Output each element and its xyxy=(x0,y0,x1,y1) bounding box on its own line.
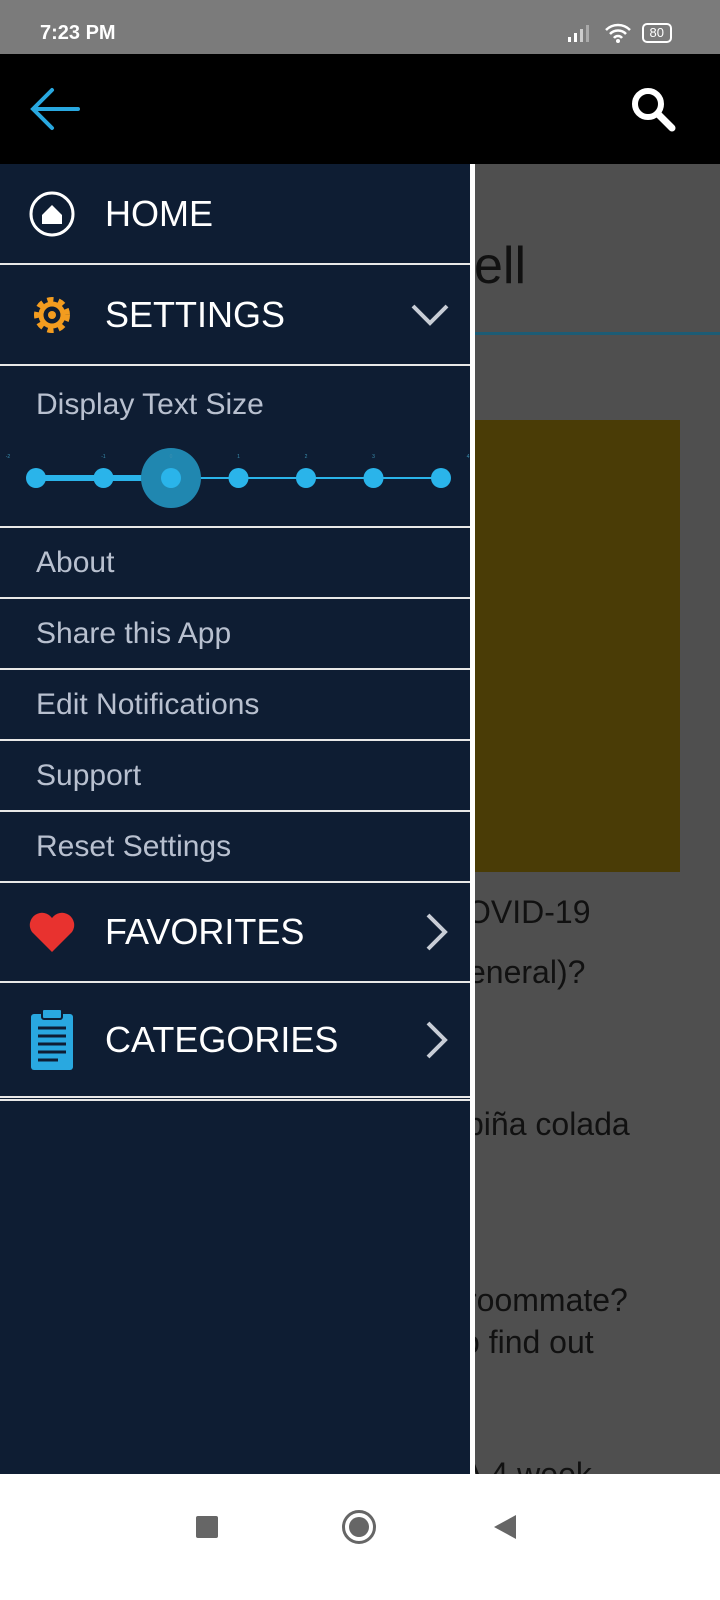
divider xyxy=(474,332,720,335)
status-time: 7:23 PM xyxy=(40,22,116,44)
settings-item-reset-settings[interactable]: Reset Settings xyxy=(0,812,470,883)
bg-text: piña colada xyxy=(474,1106,630,1142)
bg-text: o find out xyxy=(474,1324,594,1360)
drawer-item-label: SETTINGS xyxy=(105,293,286,335)
slider-stop xyxy=(26,468,46,488)
slider-stop xyxy=(431,468,451,488)
slider-stop xyxy=(228,468,249,488)
status-bar: 7:23 PM 80 xyxy=(0,0,720,54)
home-button[interactable] xyxy=(342,1510,376,1544)
drawer-item-categories[interactable]: CATEGORIES xyxy=(0,983,470,1101)
arrow-left-icon[interactable] xyxy=(28,84,82,134)
system-nav-bar xyxy=(0,1474,720,1600)
drawer-edge xyxy=(470,164,475,1474)
settings-item-label: Support xyxy=(36,758,142,792)
slider-stop xyxy=(363,468,384,488)
home-icon xyxy=(29,191,75,236)
search-icon[interactable] xyxy=(630,86,676,132)
chevron-right-icon[interactable] xyxy=(424,912,450,952)
settings-item-about[interactable]: About xyxy=(0,528,470,599)
bg-text: A 4 week xyxy=(474,1456,592,1474)
drawer-item-label: CATEGORIES xyxy=(105,1018,339,1060)
slider-tick-label: 2 xyxy=(305,454,308,460)
gear-icon xyxy=(34,296,70,333)
settings-item-edit-notifications[interactable]: Edit Notifications xyxy=(0,670,470,741)
slider-tick-label: -1 xyxy=(101,454,106,460)
bg-text: ell xyxy=(474,237,527,295)
article-image xyxy=(474,420,680,872)
slider-tick-label: 0 xyxy=(170,454,173,460)
back-button[interactable] xyxy=(492,1513,518,1541)
text-size-setting: Display Text Size -2 -1 0 1 2 3 4 xyxy=(0,366,470,528)
drawer-item-settings[interactable]: SETTINGS xyxy=(0,265,470,366)
slider-tick-label: 4 xyxy=(467,454,470,460)
wifi-icon xyxy=(604,23,631,43)
drawer-item-home[interactable]: HOME xyxy=(0,164,470,265)
bg-text: eneral)? xyxy=(474,954,586,990)
heart-icon xyxy=(29,912,75,952)
settings-item-label: Share this App xyxy=(36,616,232,650)
slider-tick-label: 1 xyxy=(237,454,240,460)
settings-item-label: Edit Notifications xyxy=(36,687,260,721)
drawer-item-label: FAVORITES xyxy=(105,910,305,952)
bg-text: roommate? xyxy=(474,1282,628,1318)
settings-item-share-this-app[interactable]: Share this App xyxy=(0,599,470,670)
settings-item-label: Reset Settings xyxy=(36,829,232,863)
chevron-down-icon[interactable] xyxy=(410,302,450,328)
recents-button[interactable] xyxy=(196,1516,218,1538)
bg-text: OVID-19 xyxy=(474,894,591,930)
slider-tick-label: -2 xyxy=(6,454,11,460)
clipboard-icon xyxy=(31,1007,73,1070)
settings-item-label: About xyxy=(36,545,115,579)
slider-stop xyxy=(93,468,114,488)
slider-tick-label: 3 xyxy=(372,454,375,460)
settings-item-support[interactable]: Support xyxy=(0,741,470,812)
slider-stop xyxy=(296,468,316,488)
text-size-label: Display Text Size xyxy=(36,388,264,421)
chevron-right-icon[interactable] xyxy=(424,1020,450,1060)
background-content: ell OVID-19 eneral)? piña colada roommat… xyxy=(474,164,720,1474)
signal-icon xyxy=(567,25,589,42)
slider-stop xyxy=(161,468,181,488)
text-size-slider[interactable]: -2 -1 0 1 2 3 4 xyxy=(0,428,470,528)
app-bar xyxy=(0,54,720,164)
battery-icon: 80 xyxy=(641,23,672,43)
drawer-item-favorites[interactable]: FAVORITES xyxy=(0,882,470,983)
drawer-item-label: HOME xyxy=(105,192,213,234)
